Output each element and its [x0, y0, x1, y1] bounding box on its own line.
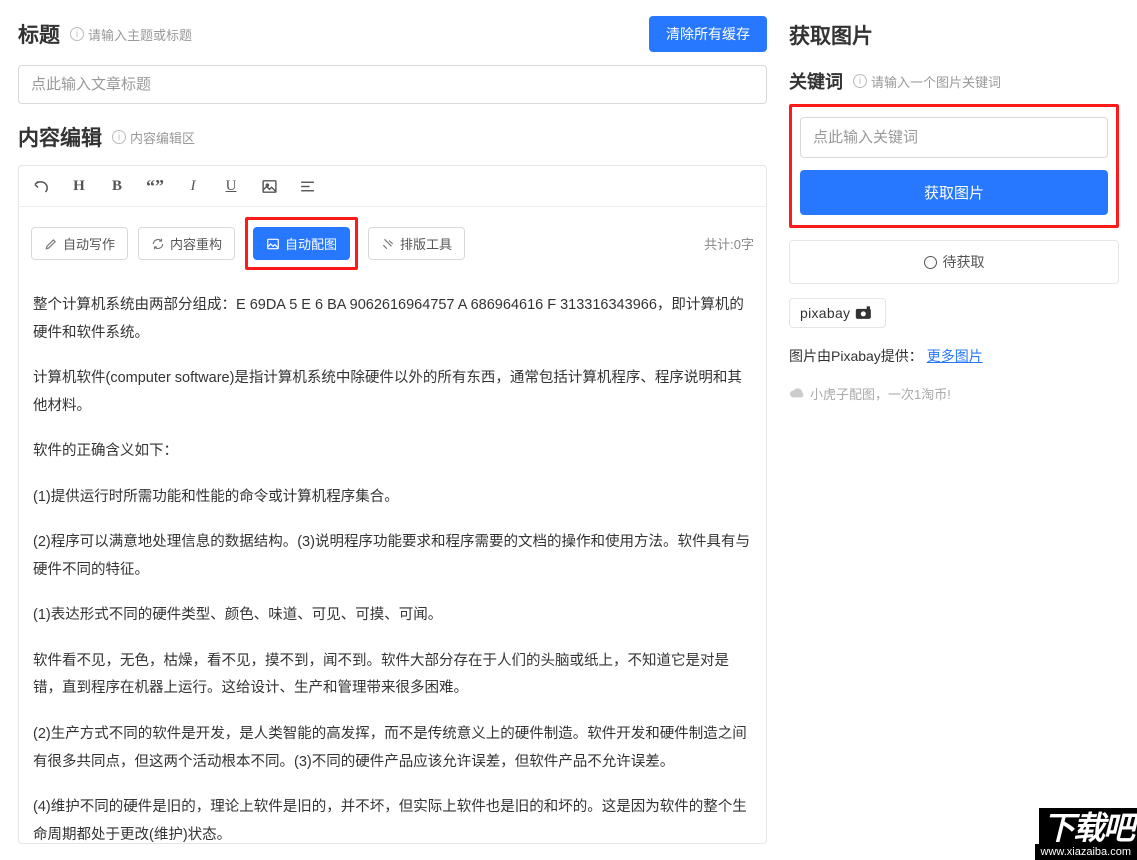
- word-count: 共计:0字: [704, 234, 754, 253]
- pencil-icon: [44, 237, 58, 251]
- auto-write-button[interactable]: 自动写作: [31, 227, 128, 260]
- paragraph: 软件的正确含义如下：: [33, 438, 752, 466]
- get-image-title: 获取图片: [789, 20, 873, 50]
- title-hint: i 请输入主题或标题: [70, 25, 192, 44]
- title-section-label: 标题: [18, 19, 60, 49]
- paragraph: (1)提供运行时所需功能和性能的命令或计算机程序集合。: [33, 484, 752, 512]
- get-image-button[interactable]: 获取图片: [800, 170, 1108, 215]
- auto-image-highlight: 自动配图: [245, 217, 358, 270]
- watermark-logo: 下载吧: [1039, 808, 1137, 844]
- action-row: 自动写作 内容重构 自动配图 排版工具 共计:0字: [19, 207, 766, 280]
- keyword-hint: i 请输入一个图片关键词: [853, 72, 1001, 91]
- credit-line: 图片由Pixabay提供： 更多图片: [789, 346, 1119, 366]
- paragraph: 计算机软件(computer software)是指计算机系统中除硬件以外的所有…: [33, 365, 752, 420]
- undo-icon[interactable]: [31, 176, 51, 196]
- keyword-input[interactable]: [800, 117, 1108, 158]
- content-edit-hint: i 内容编辑区: [112, 128, 195, 147]
- auto-image-button[interactable]: 自动配图: [253, 227, 350, 260]
- layout-tools-button[interactable]: 排版工具: [368, 227, 465, 260]
- camera-icon: [855, 306, 875, 320]
- clear-cache-button[interactable]: 清除所有缓存: [649, 16, 767, 52]
- watermark: 下载吧 www.xiazaiba.com: [1035, 808, 1137, 860]
- article-title-input[interactable]: [18, 65, 767, 104]
- paragraph: (1)表达形式不同的硬件类型、颜色、味道、可见、可摸、可闻。: [33, 602, 752, 630]
- keyword-highlight-box: 获取图片: [789, 104, 1119, 228]
- info-icon: i: [853, 74, 867, 88]
- info-icon: i: [70, 27, 84, 41]
- info-icon: i: [112, 130, 126, 144]
- bold-icon[interactable]: B: [107, 176, 127, 196]
- refresh-icon: [151, 237, 165, 251]
- title-header-row: 标题 i 请输入主题或标题 清除所有缓存: [18, 16, 767, 52]
- content-edit-label: 内容编辑: [18, 122, 102, 152]
- editor-panel: H B “” I U 自动写作 内容重构: [18, 165, 767, 844]
- underline-icon[interactable]: U: [221, 176, 241, 196]
- footer-note: 小虎子配图，一次1淘币!: [789, 384, 1119, 403]
- paragraph: (4)维护不同的硬件是旧的，理论上软件是旧的，并不坏，但实际上软件也是旧的和坏的…: [33, 794, 752, 843]
- image-icon[interactable]: [259, 176, 279, 196]
- paragraph: 软件看不见，无色，枯燥，看不见，摸不到，闻不到。软件大部分存在于人们的头脑或纸上…: [33, 648, 752, 703]
- quote-icon[interactable]: “”: [145, 176, 165, 196]
- pixabay-badge: pixabay: [789, 298, 886, 328]
- paragraph: (2)生产方式不同的软件是开发，是人类智能的高发挥，而不是传统意义上的硬件制造。…: [33, 721, 752, 776]
- more-images-link[interactable]: 更多图片: [927, 348, 983, 364]
- watermark-url: www.xiazaiba.com: [1035, 844, 1137, 860]
- cloud-icon: [789, 388, 805, 400]
- keyword-label: 关键词: [789, 68, 843, 94]
- heading-icon[interactable]: H: [69, 176, 89, 196]
- main-panel: 标题 i 请输入主题或标题 清除所有缓存 内容编辑 i 内容编辑区: [18, 16, 767, 844]
- paragraph: 整个计算机系统由两部分组成：E 69DA 5 E 6 BA 9062616964…: [33, 292, 752, 347]
- editor-toolbar: H B “” I U: [19, 166, 766, 207]
- italic-icon[interactable]: I: [183, 176, 203, 196]
- sidebar: 获取图片 关键词 i 请输入一个图片关键词 获取图片 待获取: [789, 16, 1119, 844]
- picture-icon: [266, 237, 280, 251]
- circle-icon: [924, 256, 937, 269]
- paragraph: (2)程序可以满意地处理信息的数据结构。(3)说明程序功能要求和程序需要的文档的…: [33, 529, 752, 584]
- tools-icon: [381, 237, 395, 251]
- editor-content[interactable]: 整个计算机系统由两部分组成：E 69DA 5 E 6 BA 9062616964…: [19, 280, 766, 843]
- align-icon[interactable]: [297, 176, 317, 196]
- content-edit-header: 内容编辑 i 内容编辑区: [18, 122, 767, 152]
- restructure-button[interactable]: 内容重构: [138, 227, 235, 260]
- pending-status: 待获取: [789, 240, 1119, 284]
